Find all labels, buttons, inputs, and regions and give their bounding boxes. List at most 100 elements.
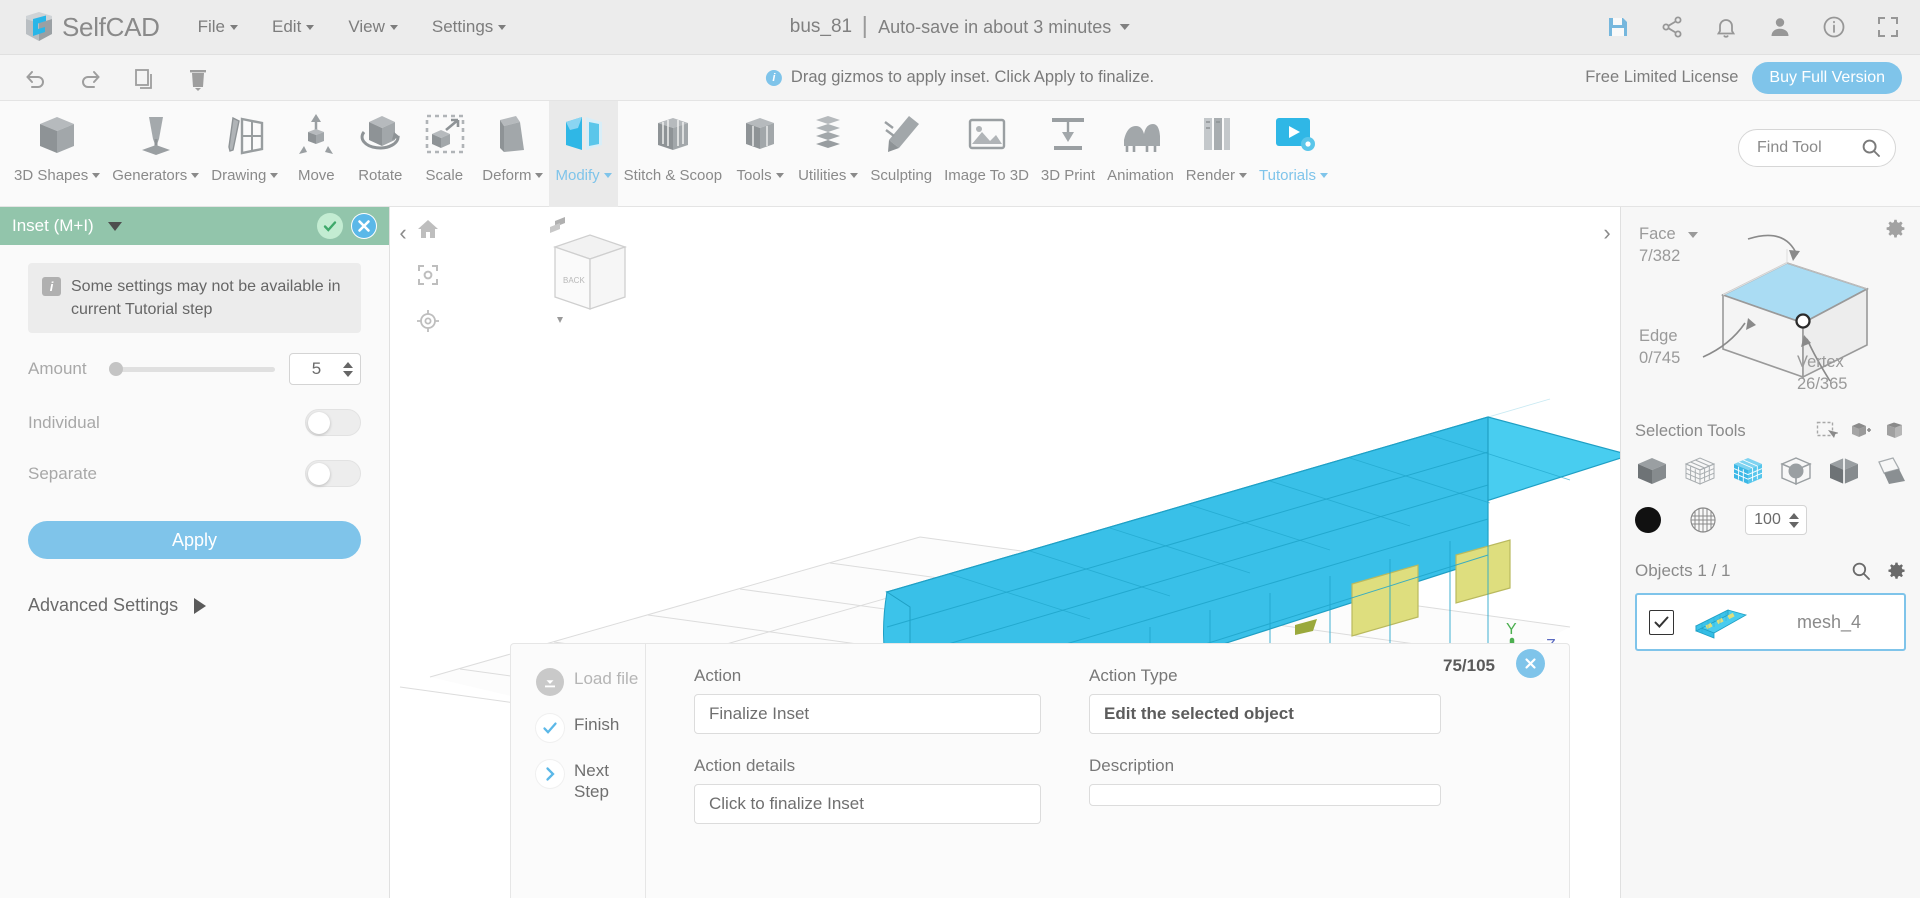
- buy-full-version-button[interactable]: Buy Full Version: [1752, 61, 1902, 94]
- notifications-icon[interactable]: [1714, 15, 1738, 39]
- rotate-cube-icon: [354, 109, 406, 161]
- amount-slider-handle[interactable]: [108, 362, 123, 377]
- separate-toggle[interactable]: [305, 460, 361, 488]
- objects-label: Objects 1 / 1: [1635, 561, 1731, 580]
- vertex-count-group[interactable]: Vertex 26/365: [1797, 353, 1847, 394]
- inset-panel-title-wrap[interactable]: Inset (M+I): [12, 216, 122, 236]
- add-select-icon[interactable]: [1850, 421, 1872, 441]
- confirm-button[interactable]: [317, 213, 343, 239]
- info-icon[interactable]: [1822, 15, 1846, 39]
- individual-toggle[interactable]: [305, 409, 361, 437]
- gear-icon[interactable]: [1887, 562, 1906, 581]
- navigation-cube[interactable]: BACK: [495, 217, 635, 347]
- ribbon-drawing[interactable]: Drawing: [205, 101, 284, 207]
- collapse-left-panel-button[interactable]: ‹: [393, 220, 413, 246]
- action-type-value[interactable]: Edit the selected object: [1089, 694, 1441, 734]
- mesh-select-icon[interactable]: [1683, 455, 1717, 487]
- ribbon-tools-label: Tools: [737, 167, 784, 184]
- search-icon[interactable]: [1851, 561, 1871, 581]
- target-icon[interactable]: [416, 309, 440, 333]
- rect-select-icon[interactable]: [1816, 421, 1838, 441]
- trash-icon[interactable]: [186, 67, 208, 91]
- ribbon-3d-print[interactable]: 3D Print: [1035, 101, 1101, 207]
- chevron-down-icon[interactable]: [1120, 24, 1131, 30]
- sphere-select-icon[interactable]: [1779, 455, 1813, 487]
- tutorial-step-load-file[interactable]: Load file: [536, 668, 645, 696]
- save-icon[interactable]: [1606, 15, 1630, 39]
- object-list-item[interactable]: mesh_4: [1635, 593, 1906, 651]
- collapse-right-panel-button[interactable]: ›: [1597, 220, 1617, 246]
- advanced-settings-toggle[interactable]: Advanced Settings: [28, 595, 389, 616]
- object-thumbnail: [1688, 602, 1752, 642]
- brush-size-stepper[interactable]: 100: [1745, 505, 1807, 535]
- ribbon-modify[interactable]: Modify: [549, 101, 618, 207]
- edge-select-icon[interactable]: [1827, 455, 1861, 487]
- cube-icon: [31, 109, 83, 161]
- chevron-down-icon[interactable]: [107, 221, 122, 231]
- chevron-down-icon: [92, 173, 101, 178]
- brush-texture-icon[interactable]: [1689, 506, 1717, 534]
- ribbon-render[interactable]: Render: [1180, 101, 1253, 207]
- share-icon[interactable]: [1660, 15, 1684, 39]
- action-label: Action: [694, 666, 742, 685]
- ribbon-animation[interactable]: Animation: [1101, 101, 1180, 207]
- stitch-scoop-icon: [647, 109, 699, 161]
- face-count-group[interactable]: Face 7/382: [1639, 225, 1698, 266]
- chevron-down-icon: [230, 24, 239, 30]
- brush-size-value: 100: [1754, 511, 1781, 528]
- inset-panel-body: i Some settings may not be available in …: [0, 245, 389, 560]
- amount-spinner[interactable]: [343, 361, 353, 377]
- close-icon[interactable]: [1516, 649, 1545, 678]
- copy-icon[interactable]: [132, 67, 154, 89]
- face-select-icon[interactable]: [1731, 455, 1765, 487]
- object-visibility-checkbox[interactable]: [1649, 609, 1674, 635]
- ribbon-generators[interactable]: Generators: [106, 101, 205, 207]
- apply-button[interactable]: Apply: [28, 521, 361, 560]
- ribbon-3d-shapes[interactable]: 3D Shapes: [8, 101, 106, 207]
- action-details-value[interactable]: Click to finalize Inset: [694, 784, 1041, 824]
- ribbon-scale[interactable]: Scale: [412, 101, 476, 207]
- description-value[interactable]: [1089, 784, 1441, 806]
- account-icon[interactable]: [1768, 15, 1792, 39]
- action-value[interactable]: Finalize Inset: [694, 694, 1041, 734]
- screenshot-icon[interactable]: [416, 263, 440, 287]
- cancel-button[interactable]: [351, 213, 377, 239]
- amount-slider[interactable]: [108, 362, 275, 377]
- ribbon-image-to-3d[interactable]: Image To 3D: [938, 101, 1035, 207]
- menu-file[interactable]: File: [198, 17, 239, 37]
- tutorial-step-finish[interactable]: Finish: [536, 714, 645, 742]
- menu-view[interactable]: View: [348, 17, 398, 37]
- edge-count-group[interactable]: Edge 0/745: [1639, 327, 1680, 368]
- home-icon[interactable]: [416, 217, 440, 241]
- ribbon-utilities[interactable]: Utilities: [792, 101, 864, 207]
- amount-stepper[interactable]: 5: [289, 353, 361, 386]
- undo-icon[interactable]: [24, 67, 46, 89]
- ribbon-deform-label: Deform: [482, 167, 544, 184]
- ribbon-tutorials[interactable]: Tutorials: [1253, 101, 1334, 207]
- brand-logo[interactable]: SelfCAD: [22, 10, 160, 44]
- chevron-down-icon[interactable]: [1687, 231, 1698, 238]
- ribbon-rotate[interactable]: Rotate: [348, 101, 412, 207]
- spinner-down-icon[interactable]: [343, 370, 353, 377]
- brush-size-spinner[interactable]: [1789, 512, 1799, 528]
- object-select-icon[interactable]: [1635, 455, 1669, 487]
- spinner-up-icon[interactable]: [1789, 512, 1799, 519]
- ribbon-deform[interactable]: Deform: [476, 101, 549, 207]
- spinner-down-icon[interactable]: [1789, 521, 1799, 528]
- toggle-knob: [308, 462, 330, 485]
- ribbon-tools[interactable]: Tools: [728, 101, 792, 207]
- spinner-up-icon[interactable]: [343, 361, 353, 368]
- ribbon-stitch-scoop[interactable]: Stitch & Scoop: [618, 101, 728, 207]
- license-label: Free Limited License: [1585, 68, 1739, 86]
- redo-icon[interactable]: [78, 67, 100, 89]
- polygon-select-icon[interactable]: [1875, 455, 1909, 487]
- ribbon-sculpting[interactable]: Sculpting: [864, 101, 938, 207]
- menu-settings[interactable]: Settings: [432, 17, 507, 37]
- tutorial-step-next[interactable]: Next Step: [536, 760, 645, 803]
- menu-edit[interactable]: Edit: [272, 17, 315, 37]
- find-tool-search[interactable]: Find Tool: [1738, 129, 1896, 167]
- brush-color-swatch[interactable]: [1635, 507, 1661, 533]
- fullscreen-icon[interactable]: [1876, 15, 1900, 39]
- box-select-icon[interactable]: [1884, 421, 1906, 441]
- ribbon-move[interactable]: Move: [284, 101, 348, 207]
